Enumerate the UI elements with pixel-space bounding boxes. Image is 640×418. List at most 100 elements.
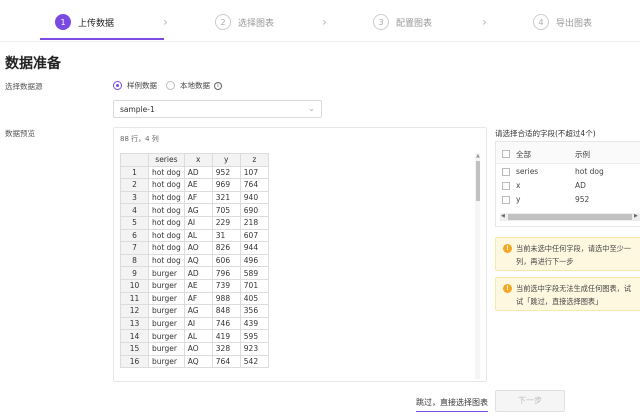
table-row: 6 hot dog AL 31 607 <box>120 228 269 243</box>
table-cell: burger <box>148 304 185 318</box>
scroll-left-icon[interactable]: ◀ <box>501 213 505 219</box>
table-cell: hot dog <box>148 253 185 268</box>
preview-table-viewport: series x y z 1 hot dog AD 952 107 2 hot dog AE 9… <box>120 153 480 379</box>
table-header-row: series x y z <box>120 153 269 167</box>
table-cell: AO <box>183 341 213 356</box>
step-export-chart[interactable]: 4 导出图表 <box>533 14 592 30</box>
table-cell: 940 <box>239 190 269 205</box>
table-cell: 496 <box>239 253 269 268</box>
column-header[interactable]: y <box>211 153 241 167</box>
table-row: 7 hot dog AO 826 944 <box>120 241 269 255</box>
table-cell: AE <box>183 178 213 192</box>
sample-dataset-select[interactable]: sample-1 ⌄ <box>113 100 322 118</box>
row-index-cell: 10 <box>120 278 149 293</box>
table-cell: 969 <box>211 178 241 192</box>
column-header[interactable]: z <box>239 153 269 167</box>
radio-sample-data[interactable] <box>113 81 122 90</box>
field-checkbox-x[interactable] <box>502 182 510 190</box>
table-row: 16 burger AQ 764 542 <box>120 354 269 369</box>
field-name: x <box>516 181 521 190</box>
step-number: 1 <box>55 14 71 30</box>
stepper: 1 上传数据 › 2 选择图表 › 3 配置图表 › 4 导出图表 <box>0 0 640 42</box>
table-cell: 405 <box>239 291 269 306</box>
field-example: hot dog <box>575 167 604 176</box>
table-cell: hot dog <box>148 190 185 205</box>
data-preview-label: 数据预览 <box>5 129 35 138</box>
page-title: 数据准备 <box>5 56 61 72</box>
table-cell: AG <box>183 304 213 318</box>
select-all-checkbox[interactable] <box>502 150 510 158</box>
radio-local-data[interactable] <box>166 81 175 90</box>
data-preview-panel: 88 行，4 列 series x y z 1 hot dog AD 952 107 2 h… <box>113 127 487 382</box>
radio-label-sample-data[interactable]: 样例数据 <box>127 80 157 91</box>
table-cell: 944 <box>239 241 269 255</box>
table-cell: AD <box>183 266 213 280</box>
row-index-cell: 11 <box>120 291 149 306</box>
table-cell: 589 <box>239 266 269 280</box>
scrollbar-thumb[interactable] <box>476 161 480 201</box>
field-example: 952 <box>575 195 590 204</box>
step-label: 导出图表 <box>556 18 593 29</box>
table-cell: 356 <box>239 304 269 318</box>
row-index-cell: 2 <box>120 178 149 192</box>
chevron-right-icon: › <box>482 15 487 29</box>
table-cell: AQ <box>183 253 213 268</box>
step-configure-chart[interactable]: 3 配置图表 <box>373 14 432 30</box>
step-number: 4 <box>533 14 549 30</box>
table-cell: AG <box>183 203 213 217</box>
table-row: 8 hot dog AQ 606 496 <box>120 253 269 268</box>
field-selection-title: 请选择合适的字段(不超过4个) <box>495 129 596 138</box>
field-checkbox-series[interactable] <box>502 168 510 176</box>
chevron-right-icon: › <box>322 15 327 29</box>
column-header[interactable]: series <box>148 153 185 167</box>
field-checkbox-y[interactable] <box>502 196 510 204</box>
row-index-cell: 13 <box>120 316 149 331</box>
table-row: 5 hot dog AI 229 218 <box>120 215 269 230</box>
table-cell: 439 <box>239 316 269 331</box>
field-list-h-scrollbar[interactable]: ◀ ▶ <box>500 213 640 221</box>
table-cell: 826 <box>211 241 241 255</box>
table-cell: AD <box>183 165 213 180</box>
table-cell: 739 <box>211 278 241 293</box>
field-example: AD <box>575 181 586 190</box>
table-cell: 690 <box>239 203 269 217</box>
step-choose-chart[interactable]: 2 选择图表 <box>215 14 274 30</box>
row-index-cell: 16 <box>120 354 149 369</box>
table-cell: 595 <box>239 329 269 343</box>
table-row: 3 hot dog AF 321 940 <box>120 190 269 205</box>
table-cell: 764 <box>211 354 241 369</box>
table-cell: 746 <box>211 316 241 331</box>
chevron-down-icon: ⌄ <box>308 104 315 113</box>
table-cell: AI <box>183 215 213 230</box>
table-cell: hot dog <box>148 165 185 180</box>
table-row: 13 burger AI 746 439 <box>120 316 269 331</box>
column-header[interactable]: x <box>183 153 213 167</box>
table-scrollbar[interactable]: ▲ <box>475 153 480 379</box>
table-cell: 764 <box>239 178 269 192</box>
next-step-button[interactable]: 下一步 <box>495 390 565 412</box>
scroll-up-icon[interactable]: ▲ <box>476 153 480 159</box>
step-upload-data[interactable]: 1 上传数据 <box>55 14 114 30</box>
scroll-right-icon[interactable]: ▶ <box>634 213 638 219</box>
table-cell: 606 <box>211 253 241 268</box>
alert-line: 试「跳过，直接选择图表」 <box>516 297 603 306</box>
table-corner-cell <box>120 153 149 167</box>
table-row: 1 hot dog AD 952 107 <box>120 165 269 180</box>
info-icon[interactable]: i <box>214 81 222 90</box>
table-cell: burger <box>148 329 185 343</box>
row-index-cell: 12 <box>120 304 149 318</box>
table-cell: AQ <box>183 354 213 369</box>
table-cell: AO <box>183 241 213 255</box>
field-name: y <box>516 195 521 204</box>
table-cell: 952 <box>211 165 241 180</box>
table-cell: hot dog <box>148 228 185 243</box>
table-row: 2 hot dog AE 969 764 <box>120 178 269 192</box>
scrollbar-thumb[interactable] <box>508 214 632 220</box>
header-example: 示例 <box>575 150 590 159</box>
table-cell: AE <box>183 278 213 293</box>
radio-label-local-data[interactable]: 本地数据 <box>180 80 210 91</box>
skip-to-choose-chart-link[interactable]: 跳过，直接选择图表 <box>416 397 488 412</box>
table-cell: 328 <box>211 341 241 356</box>
preview-table: series x y z 1 hot dog AD 952 107 2 hot dog AE 9… <box>120 153 269 369</box>
table-cell: 607 <box>239 228 269 243</box>
